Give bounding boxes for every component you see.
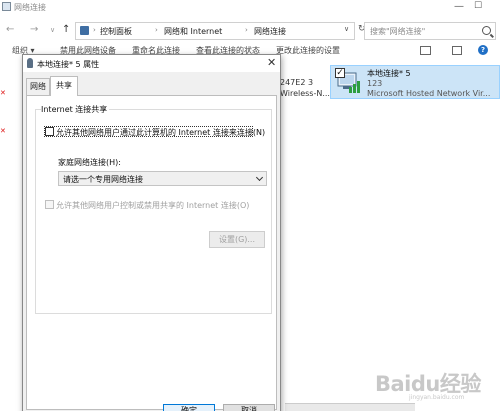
disconnected-x-icon: ✕ (0, 89, 6, 97)
baidu-watermark: Baidu经验 jingyan.baidu.com (375, 368, 495, 401)
back-arrow-icon[interactable]: ← (6, 24, 14, 35)
cancel-button[interactable]: 取消 (223, 404, 275, 411)
tab-network[interactable]: 网络 (26, 78, 50, 95)
breadcrumb-network-internet[interactable]: 网络和 Internet (164, 26, 222, 37)
ics-group-box (35, 109, 272, 314)
chevron-down-icon (255, 173, 264, 182)
breadcrumb-separator-icon: › (93, 26, 96, 34)
breadcrumb-control-panel[interactable]: 控制面板 (100, 26, 132, 37)
help-icon[interactable]: ? (478, 45, 488, 55)
navigation-bar: ← → ∨ ↑ › 控制面板 › 网络和 Internet › 网络连接 ∨ ↻… (0, 22, 500, 40)
settings-button: 设置(G)... (209, 231, 265, 248)
address-bar[interactable]: › 控制面板 › 网络和 Internet › 网络连接 (75, 22, 355, 40)
preview-pane-icon[interactable] (452, 46, 462, 55)
search-input[interactable]: 搜索"网络连接" (364, 22, 496, 40)
explorer-title: 网络连接 (14, 3, 46, 12)
watermark-url: jingyan.baidu.com (409, 394, 465, 401)
adapter-name: 本地连接* 5 (367, 69, 411, 78)
adapter-description: Microsoft Hosted Network Vir... (367, 89, 491, 98)
adapter-wireless-name: 247E2 3 (280, 78, 314, 87)
forward-arrow-icon[interactable]: → (30, 24, 38, 35)
change-settings-button[interactable]: 更改此连接的设置 (276, 45, 340, 56)
home-network-value: 请选一个专用网络连接 (63, 175, 143, 184)
allow-control-checkbox (45, 200, 54, 209)
home-network-label: 家庭网络连接(H): (58, 158, 121, 167)
view-options-icon[interactable] (420, 46, 431, 55)
breadcrumb-separator-icon: › (155, 26, 158, 34)
ics-group-title: Internet 连接共享 (41, 104, 110, 115)
dialog-title: 本地连接* 5 属性 (37, 60, 100, 69)
adapter-wireless-desc: Wireless-N... (280, 89, 330, 98)
maximize-icon[interactable]: ☐ (474, 1, 482, 11)
explorer-titlebar: 网络连接 — ☐ (0, 0, 500, 15)
minimize-icon[interactable]: — (454, 1, 464, 12)
allow-control-label: 允许其他网络用户控制或禁用共享的 Internet 连接(O) (56, 201, 250, 210)
adapter-wireless-partial[interactable]: 247E2 3 Wireless-N... (280, 77, 330, 99)
status-bar-fragment (285, 403, 415, 411)
close-icon[interactable]: ✕ (267, 57, 276, 69)
properties-dialog: 本地连接* 5 属性 ✕ 网络 共享 Internet 连接共享 允许其他网络用… (22, 54, 281, 411)
home-network-select[interactable]: 请选一个专用网络连接 (58, 171, 267, 186)
dialog-titlebar: 本地连接* 5 属性 ✕ (23, 55, 280, 72)
adapter-local-connection-5[interactable]: ✓ 本地连接* 5 123 Microsoft Hosted Network V… (330, 65, 500, 99)
selection-checkbox[interactable]: ✓ (335, 68, 345, 78)
search-placeholder: 搜索"网络连接" (370, 27, 426, 36)
address-dropdown-icon[interactable]: ∨ (344, 25, 349, 33)
allow-sharing-label[interactable]: 允许其他网络用户通过此计算机的 Internet 连接来连接(N) (56, 127, 265, 138)
control-panel-icon (80, 26, 89, 35)
breadcrumb-network-connections[interactable]: 网络连接 (254, 26, 286, 37)
adapter-network-name: 123 (367, 79, 383, 88)
ok-button[interactable]: 确定 (163, 404, 215, 411)
sharing-tab-panel: Internet 连接共享 允许其他网络用户通过此计算机的 Internet 连… (26, 95, 277, 410)
folder-icon (2, 2, 11, 11)
disconnected-x-icon: ✕ (0, 127, 6, 135)
up-arrow-icon[interactable]: ↑ (62, 24, 70, 35)
search-icon[interactable] (482, 26, 491, 35)
recent-chevron-icon[interactable]: ∨ (50, 26, 55, 34)
allow-sharing-checkbox[interactable] (45, 127, 54, 136)
connection-icon (27, 58, 33, 68)
breadcrumb-separator-icon: › (245, 26, 248, 34)
tab-sharing[interactable]: 共享 (50, 76, 78, 96)
